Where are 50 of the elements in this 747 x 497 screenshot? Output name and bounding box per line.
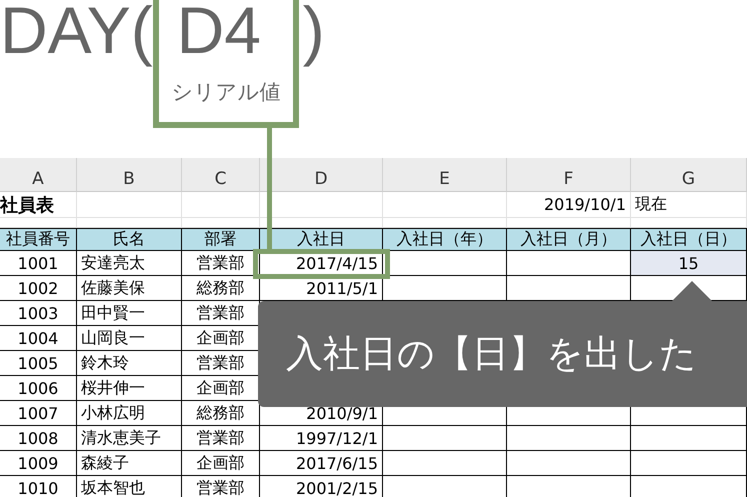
date-label: 現在	[635, 194, 667, 215]
table-cell: 1001	[0, 251, 77, 276]
table-cell: 1008	[0, 426, 77, 451]
table-cell: 15	[631, 251, 747, 276]
header-cell: 入社日（年）	[383, 228, 507, 251]
function-name: DAY(	[0, 0, 153, 69]
column-header[interactable]: G	[631, 158, 747, 192]
argument-text: D4	[176, 0, 262, 69]
table-cell: 山岡良一	[77, 326, 182, 351]
header-cell: 氏名	[77, 228, 182, 251]
table-cell: 森綾子	[77, 451, 182, 476]
table-cell: 総務部	[182, 276, 260, 301]
table-cell: 1005	[0, 351, 77, 376]
table-cell: 2017/4/15	[260, 251, 383, 276]
table-cell: 2001/2/15	[260, 476, 383, 497]
table-cell: 小林広明	[77, 401, 182, 426]
column-header[interactable]: B	[77, 158, 182, 192]
column-header[interactable]: D	[260, 158, 383, 192]
column-header[interactable]: C	[182, 158, 260, 192]
table-cell: 1009	[0, 451, 77, 476]
table-cell: 桜井伸一	[77, 376, 182, 401]
closing-paren: )	[302, 0, 325, 69]
table-cell: 安達亮太	[77, 251, 182, 276]
table-cell: 清水恵美子	[77, 426, 182, 451]
table-cell: 企画部	[182, 451, 260, 476]
header-cell: 部署	[182, 228, 260, 251]
table-cell: 佐藤美保	[77, 276, 182, 301]
table-cell: 坂本智也	[77, 476, 182, 497]
table-cell: 鈴木玲	[77, 351, 182, 376]
header-cell: 入社日（月）	[507, 228, 631, 251]
date-cell: 2019/10/1	[544, 195, 626, 214]
table-cell: 1007	[0, 401, 77, 426]
table-cell: 1997/12/1	[260, 426, 383, 451]
header-cell: 社員番号	[0, 228, 77, 251]
argument-note: シリアル値	[171, 80, 280, 106]
table-cell: 営業部	[182, 476, 260, 497]
table-cell: 営業部	[182, 426, 260, 451]
table-cell: 1006	[0, 376, 77, 401]
table-cell: 1010	[0, 476, 77, 497]
table-cell: 1002	[0, 276, 77, 301]
table-cell: 営業部	[182, 251, 260, 276]
table-cell: 田中賢一	[77, 301, 182, 326]
header-cell: 入社日（日）	[631, 228, 747, 251]
table-cell: 1004	[0, 326, 77, 351]
column-header[interactable]: F	[507, 158, 631, 192]
column-header[interactable]: A	[0, 158, 77, 192]
column-header[interactable]: E	[383, 158, 507, 192]
callout-box: 入社日の【日】を出した	[258, 301, 747, 407]
table-cell: 1003	[0, 301, 77, 326]
table-cell: 2017/6/15	[260, 451, 383, 476]
